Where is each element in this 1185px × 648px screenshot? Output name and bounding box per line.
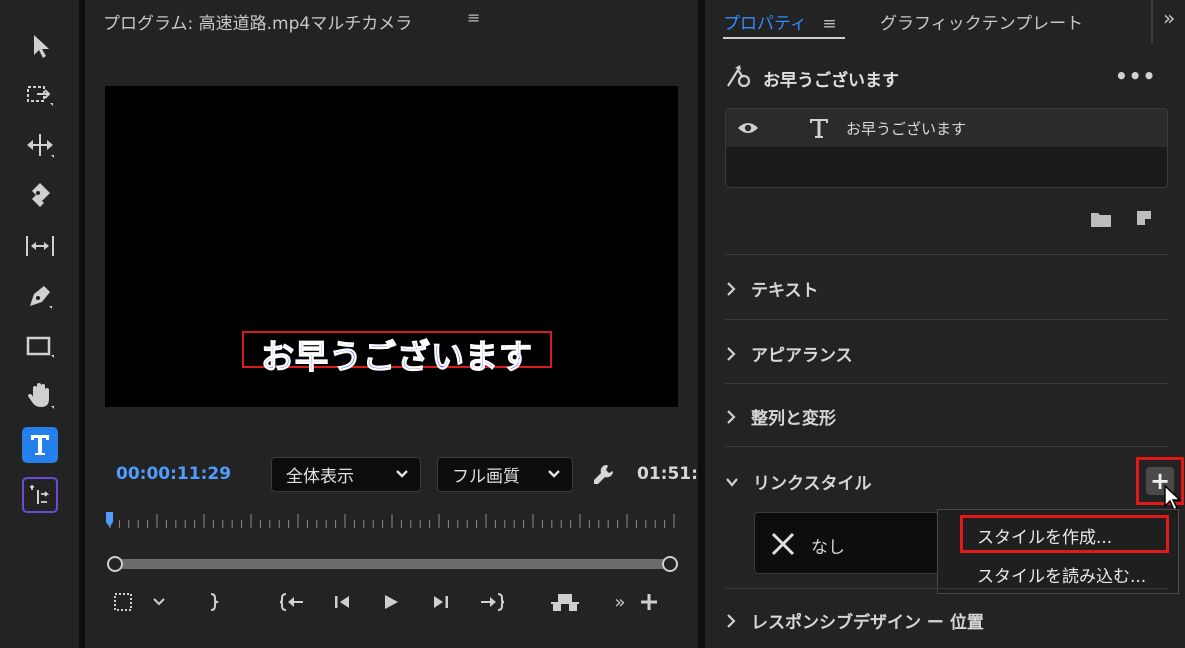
panel-menu-icon[interactable]: ≡	[467, 8, 480, 27]
export-frame-icon[interactable]	[549, 590, 581, 614]
graphic-clip-icon	[727, 65, 751, 88]
tab-divider	[1151, 0, 1153, 44]
menu-item-create-style[interactable]: スタイルを作成...	[977, 523, 1112, 548]
chevron-right-icon	[727, 281, 736, 296]
tools-panel	[0, 0, 79, 648]
go-to-out-icon[interactable]	[478, 590, 504, 614]
properties-panel: プロパティ ≡ グラフィックテンプレート » お早うございます ••• お早うご…	[705, 0, 1185, 648]
go-to-in-icon[interactable]	[280, 590, 306, 614]
duration-timecode: 01:51:	[637, 464, 698, 484]
add-button-icon[interactable]	[638, 590, 660, 614]
section-align-transform-label: 整列と変形	[751, 409, 836, 429]
chevron-right-icon	[727, 613, 736, 628]
chevron-right-icon	[727, 346, 736, 361]
scroll-track	[113, 559, 672, 569]
new-layer-icon[interactable]	[1134, 208, 1154, 228]
more-controls-icon[interactable]: »	[610, 590, 630, 614]
time-ruler[interactable]	[105, 510, 678, 532]
wrench-icon[interactable]	[592, 463, 616, 487]
panel-title[interactable]: プログラム: 高速道路.mp4マルチカメラ	[103, 9, 412, 34]
playback-resolution-select[interactable]: フル画質	[437, 457, 573, 492]
selection-tool-icon[interactable]	[22, 28, 58, 64]
divider	[725, 254, 1168, 255]
tab-menu-icon[interactable]: ≡	[822, 14, 836, 34]
text-layer-icon	[810, 119, 828, 138]
play-icon[interactable]	[380, 590, 402, 614]
hand-tool-icon[interactable]	[22, 378, 58, 414]
linked-style-context-menu: スタイルを作成... スタイルを読み込む...	[937, 509, 1179, 594]
pen-tool-icon[interactable]	[22, 278, 58, 314]
section-appearance-label: アピアランス	[751, 346, 853, 366]
chevron-down-icon	[548, 470, 560, 478]
playhead-marker	[106, 512, 113, 527]
generative-extend-tool-icon[interactable]	[22, 477, 58, 513]
section-responsive-design-label: レスポンシブデザイン ー 位置	[751, 613, 984, 633]
razor-tool-icon[interactable]	[22, 177, 58, 213]
section-text-label: テキスト	[751, 281, 819, 301]
scroll-end-handle[interactable]	[662, 556, 678, 572]
section-text[interactable]: テキスト	[725, 276, 819, 301]
tab-properties-label: プロパティ	[723, 14, 807, 34]
program-monitor-panel: プログラム: 高速道路.mp4マルチカメラ ≡ お早うございます 00:00:1…	[85, 0, 698, 648]
divider	[725, 446, 1168, 447]
ripple-edit-tool-icon[interactable]	[22, 127, 58, 163]
step-back-icon[interactable]	[331, 590, 353, 614]
zoom-scroll-bar[interactable]	[107, 556, 678, 572]
type-tool-icon[interactable]	[22, 427, 58, 463]
close-icon	[771, 532, 795, 556]
folder-icon[interactable]	[1090, 210, 1112, 228]
panel-overflow-icon[interactable]: »	[1163, 6, 1175, 30]
mouse-cursor-icon	[1164, 484, 1182, 512]
scroll-start-handle[interactable]	[107, 556, 123, 572]
zoom-level-value: 全体表示	[286, 467, 354, 487]
slip-tool-icon[interactable]	[22, 228, 58, 264]
divider	[725, 588, 1168, 589]
section-linked-style[interactable]: リンクスタイル	[725, 469, 872, 494]
menu-item-load-style[interactable]: スタイルを読み込む...	[977, 562, 1146, 587]
caption-bounding-box[interactable]: お早うございます	[242, 331, 552, 377]
layer-row[interactable]: お早うございます	[726, 109, 1167, 147]
zoom-level-select[interactable]: 全体表示	[271, 457, 421, 492]
mark-out-icon[interactable]	[203, 590, 223, 614]
chevron-down-icon	[726, 477, 738, 487]
layers-list[interactable]: お早うございます	[725, 108, 1168, 188]
layer-name: お早うございます	[846, 120, 967, 138]
divider	[725, 319, 1168, 320]
playhead-timecode[interactable]: 00:00:11:29	[116, 464, 231, 484]
section-appearance[interactable]: アピアランス	[725, 341, 853, 366]
tab-properties[interactable]: プロパティ ≡	[723, 9, 837, 34]
active-tab-indicator	[723, 37, 845, 39]
chevron-down-icon[interactable]	[149, 590, 169, 614]
selected-clip-name: お早うございます	[763, 71, 899, 91]
caption-text: お早うございます	[260, 336, 533, 376]
more-options-icon[interactable]: •••	[1115, 64, 1156, 88]
style-none-card[interactable]: なし	[754, 512, 944, 574]
chevron-right-icon	[727, 409, 736, 424]
step-forward-icon[interactable]	[430, 590, 452, 614]
track-select-forward-tool-icon[interactable]	[22, 77, 58, 113]
divider	[725, 383, 1168, 384]
playback-resolution-value: フル画質	[452, 467, 520, 487]
chevron-down-icon	[396, 470, 408, 478]
section-linked-style-label: リンクスタイル	[753, 474, 872, 494]
style-none-label: なし	[811, 538, 845, 558]
rectangle-tool-icon[interactable]	[22, 329, 58, 365]
add-style-highlight: +	[1136, 457, 1184, 512]
section-align-transform[interactable]: 整列と変形	[725, 404, 836, 429]
video-viewer[interactable]: お早うございます	[105, 86, 678, 407]
safe-margins-icon[interactable]	[111, 590, 135, 614]
eye-icon[interactable]	[737, 120, 759, 136]
section-responsive-design[interactable]: レスポンシブデザイン ー 位置	[725, 608, 984, 633]
tab-essential-graphics[interactable]: グラフィックテンプレート	[880, 9, 1083, 34]
